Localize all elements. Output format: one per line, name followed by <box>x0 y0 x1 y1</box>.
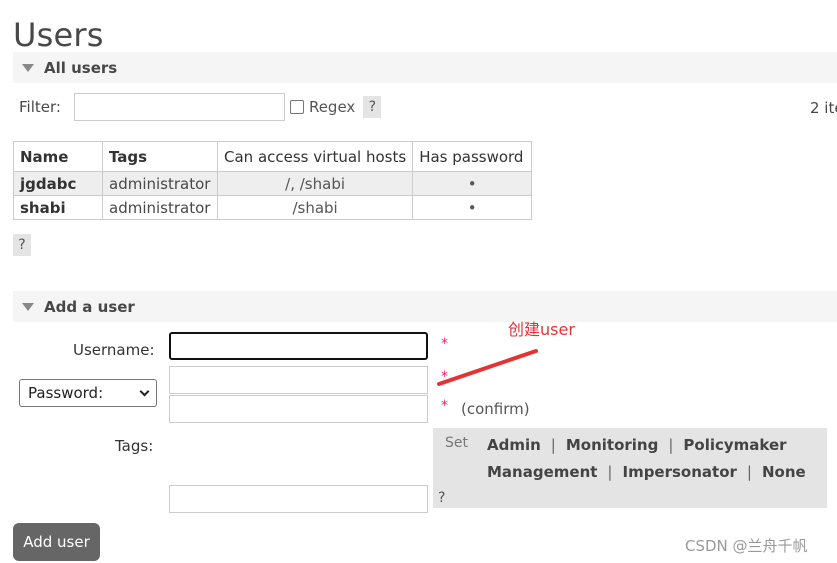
user-tags: administrator <box>102 195 218 220</box>
annotation-arrow <box>437 349 538 386</box>
tag-option-management[interactable]: Management <box>487 463 597 481</box>
table-row[interactable]: shabi administrator /shabi • <box>13 195 533 220</box>
filter-row: Filter: Regex ? <box>19 93 382 121</box>
table-row[interactable]: jgdabc administrator /, /shabi • <box>13 171 533 196</box>
has-password-indicator: • <box>412 171 533 196</box>
user-name-link[interactable]: jgdabc <box>13 171 103 196</box>
column-header-vhosts[interactable]: Can access virtual hosts <box>216 141 414 172</box>
column-header-tags[interactable]: Tags <box>102 141 218 172</box>
password-select-value: Password: <box>28 384 104 402</box>
watermark: CSDN @兰舟千帆 <box>685 537 808 555</box>
username-label: Username: <box>73 341 155 359</box>
tag-option-policymaker[interactable]: Policymaker <box>683 436 786 454</box>
tag-option-none[interactable]: None <box>762 463 806 481</box>
username-input[interactable] <box>169 332 428 360</box>
tags-label: Tags: <box>115 437 154 455</box>
has-password-indicator: • <box>412 195 533 220</box>
tag-option-impersonator[interactable]: Impersonator <box>622 463 736 481</box>
password-type-select[interactable]: Password: <box>19 379 157 407</box>
password-input[interactable] <box>169 366 428 394</box>
table-help-button[interactable]: ? <box>13 234 31 256</box>
items-count: 2 ite <box>810 99 837 117</box>
tag-option-admin[interactable]: Admin <box>487 436 541 454</box>
set-label: Set <box>445 435 468 451</box>
filter-label: Filter: <box>19 98 61 116</box>
chevron-down-icon <box>139 386 150 396</box>
password-confirm-input[interactable] <box>169 395 428 423</box>
filter-input[interactable] <box>73 93 285 121</box>
tag-options-row: Admin | Monitoring | Policymaker <box>487 436 787 454</box>
user-name-link[interactable]: shabi <box>13 195 103 220</box>
add-user-title: Add a user <box>44 297 135 316</box>
column-header-name[interactable]: Name <box>13 141 103 172</box>
tag-options-row: Management | Impersonator | None <box>487 463 806 481</box>
regex-label: Regex <box>308 98 356 116</box>
required-star: * <box>441 398 448 414</box>
all-users-title: All users <box>44 58 118 77</box>
add-user-button[interactable]: Add user <box>13 523 100 561</box>
tags-set-panel: Set Admin | Monitoring | Policymaker Managem… <box>433 428 827 508</box>
page-title: Users <box>13 16 104 54</box>
confirm-label: (confirm) <box>461 400 530 418</box>
collapse-triangle-icon <box>22 302 34 311</box>
tags-help-button[interactable]: ? <box>438 490 445 506</box>
tags-input[interactable] <box>169 485 428 513</box>
all-users-section-toggle[interactable]: All users <box>13 52 837 83</box>
collapse-triangle-icon <box>22 63 34 72</box>
column-header-has-password[interactable]: Has password <box>412 141 533 172</box>
tag-option-monitoring[interactable]: Monitoring <box>566 436 658 454</box>
add-user-section-toggle[interactable]: Add a user <box>13 291 837 322</box>
users-table: Name Tags Can access virtual hosts Has p… <box>13 141 533 220</box>
annotation-label: 创建user <box>508 320 575 339</box>
filter-help-button[interactable]: ? <box>363 96 382 118</box>
user-vhosts: /shabi <box>216 195 414 220</box>
user-vhosts: /, /shabi <box>216 171 414 196</box>
regex-checkbox[interactable] <box>289 100 304 114</box>
user-tags: administrator <box>102 171 218 196</box>
